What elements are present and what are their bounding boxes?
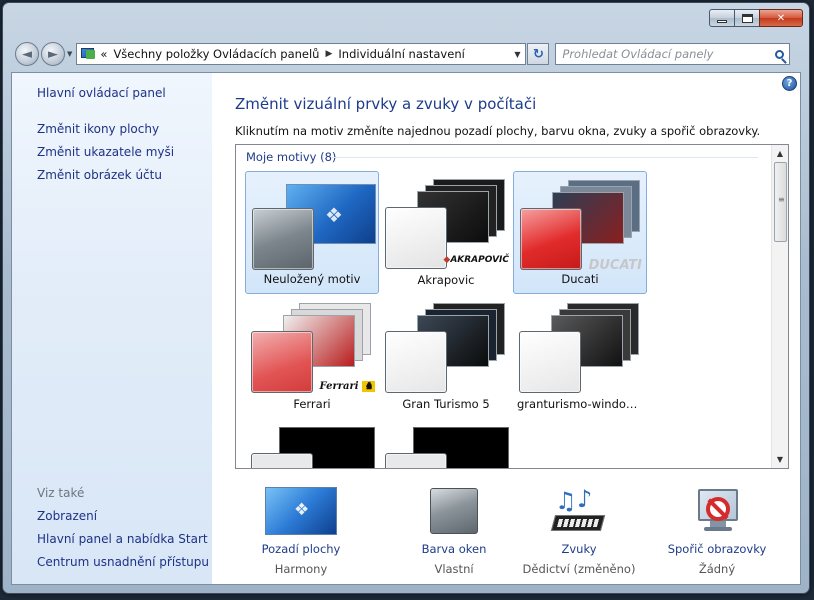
search-placeholder: Prohledat Ovládací panely	[562, 47, 714, 61]
breadcrumb-separator-icon[interactable]: ▶	[325, 49, 332, 59]
theme-tile-akrapovic[interactable]: ◆AKRAPOVIČ Akrapovic	[379, 171, 513, 294]
themes-group-header[interactable]: Moje motivy (8)	[246, 150, 336, 164]
desktop-background-label[interactable]: Pozadí plochy	[226, 542, 376, 556]
desktop-background-value: Harmony	[274, 562, 328, 576]
scrollbar-thumb[interactable]: ≡	[774, 162, 787, 242]
themes-list[interactable]: Moje motivy (8) ❖ Neuložený motiv ◆AKRAP…	[235, 144, 789, 469]
screensaver-label[interactable]: Spořič obrazovky	[642, 542, 792, 556]
desktop-background-icon: ❖	[226, 487, 376, 535]
client-area: Hlavní ovládací panel Změnit ikony ploch…	[11, 72, 801, 585]
forward-arrow-icon: ►	[48, 46, 58, 62]
theme-tile-granturismo-windows[interactable]: granturismo-window...	[513, 295, 647, 418]
main-content: ? Změnit vizuální prvky a zvuky v počíta…	[212, 73, 800, 584]
sidebar-link-account-picture[interactable]: Změnit obrázek účtu	[37, 168, 162, 182]
sounds-value: Dědictví (změněno)	[522, 562, 636, 576]
sidebar-link-control-panel-home[interactable]: Hlavní ovládací panel	[37, 86, 166, 100]
akrapovic-logo: ◆AKRAPOVIČ	[443, 255, 509, 265]
search-icon[interactable]	[769, 49, 789, 59]
theme-label: granturismo-window...	[517, 397, 646, 411]
search-input[interactable]: Prohledat Ovládací panely	[555, 43, 791, 65]
sounds-setting[interactable]: ♫ ♪ Zvuky Dědictví (změněno)	[504, 485, 654, 576]
theme-tile-ducati[interactable]: DUCATI Ducati	[513, 171, 647, 294]
theme-label: Akrapovic	[417, 273, 475, 287]
see-also-heading: Viz také	[37, 486, 85, 500]
breadcrumb-prefix[interactable]: «	[100, 47, 107, 61]
desktop-background-setting[interactable]: ❖ Pozadí plochy Harmony	[226, 487, 376, 576]
themes-scrollbar[interactable]: ▲ ≡ ▼	[771, 145, 788, 468]
theme-tile-partial-1[interactable]	[245, 419, 379, 468]
theme-label: Neuložený motiv	[263, 272, 361, 286]
sidebar-link-mouse-pointers[interactable]: Změnit ukazatele myši	[37, 145, 174, 159]
screensaver-icon	[642, 487, 792, 535]
theme-tile-gran-turismo-5[interactable]: Gran Turismo 5	[379, 295, 513, 418]
theme-color-swatch	[520, 208, 582, 270]
close-icon: ✕	[776, 12, 786, 24]
back-button[interactable]: ◄	[15, 42, 39, 66]
address-dropdown-icon[interactable]: ▼	[509, 50, 525, 59]
theme-tile-ferrari[interactable]: Ferrari ♞ Ferrari	[245, 295, 379, 418]
sounds-label[interactable]: Zvuky	[504, 542, 654, 556]
theme-color-swatch	[252, 208, 314, 270]
theme-color-swatch	[251, 331, 313, 393]
task-pane: Hlavní ovládací panel Změnit ikony ploch…	[12, 73, 212, 584]
windows-logo-icon: ❖	[325, 203, 343, 227]
recent-pages-dropdown[interactable]: ▼	[67, 50, 72, 58]
theme-label: Ducati	[561, 272, 599, 286]
control-panel-window: ✕ ◄ ► ▼ « Všechny položky Ovládacích pan…	[2, 2, 810, 594]
caption-buttons: ✕	[709, 9, 803, 27]
maximize-button[interactable]	[735, 9, 759, 27]
minimize-icon	[717, 19, 727, 23]
screensaver-setting[interactable]: Spořič obrazovky Žádný	[642, 487, 792, 576]
theme-color-swatch	[385, 453, 447, 468]
control-panel-icon	[80, 47, 96, 61]
address-bar[interactable]: « Všechny položky Ovládacích panelů ▶ In…	[76, 43, 527, 65]
help-icon[interactable]: ?	[782, 76, 797, 91]
theme-color-swatch	[385, 207, 447, 269]
theme-tile-unsaved[interactable]: ❖ Neuložený motiv	[245, 171, 379, 294]
refresh-icon: ↻	[532, 46, 544, 62]
screensaver-value: Žádný	[698, 562, 736, 576]
sounds-icon: ♫ ♪	[504, 485, 654, 535]
theme-color-swatch	[385, 331, 447, 393]
sidebar-link-desktop-icons[interactable]: Změnit ikony plochy	[37, 122, 159, 136]
breadcrumb-all-items[interactable]: Všechny položky Ovládacích panelů	[113, 47, 319, 61]
sidebar-link-display[interactable]: Zobrazení	[37, 509, 97, 523]
close-button[interactable]: ✕	[759, 9, 803, 27]
scroll-down-icon[interactable]: ▼	[772, 451, 788, 468]
theme-color-swatch	[251, 453, 313, 468]
sidebar-link-taskbar[interactable]: Hlavní panel a nabídka Start	[37, 532, 208, 546]
sidebar-link-ease-of-access[interactable]: Centrum usnadnění přístupu	[37, 555, 209, 569]
page-description: Kliknutím na motiv změníte najednou poza…	[235, 124, 761, 138]
forward-button[interactable]: ►	[41, 42, 65, 66]
navigation-bar: ◄ ► ▼ « Všechny položky Ovládacích panel…	[15, 41, 801, 67]
refresh-button[interactable]: ↻	[527, 43, 550, 65]
maximize-icon	[741, 13, 753, 23]
theme-label: Gran Turismo 5	[402, 397, 490, 411]
minimize-button[interactable]	[709, 9, 735, 27]
ducati-logo: DUCATI	[588, 258, 642, 273]
scroll-up-icon[interactable]: ▲	[772, 145, 788, 162]
theme-label: Ferrari	[293, 397, 331, 411]
page-title: Změnit vizuální prvky a zvuky v počítači	[235, 95, 537, 113]
theme-color-swatch	[519, 331, 581, 393]
theme-tile-partial-2[interactable]	[379, 419, 513, 468]
group-divider	[332, 157, 758, 158]
ferrari-logo: Ferrari ♞	[319, 381, 375, 392]
breadcrumb-personalization[interactable]: Individuální nastavení	[338, 47, 464, 61]
back-arrow-icon: ◄	[22, 46, 32, 62]
